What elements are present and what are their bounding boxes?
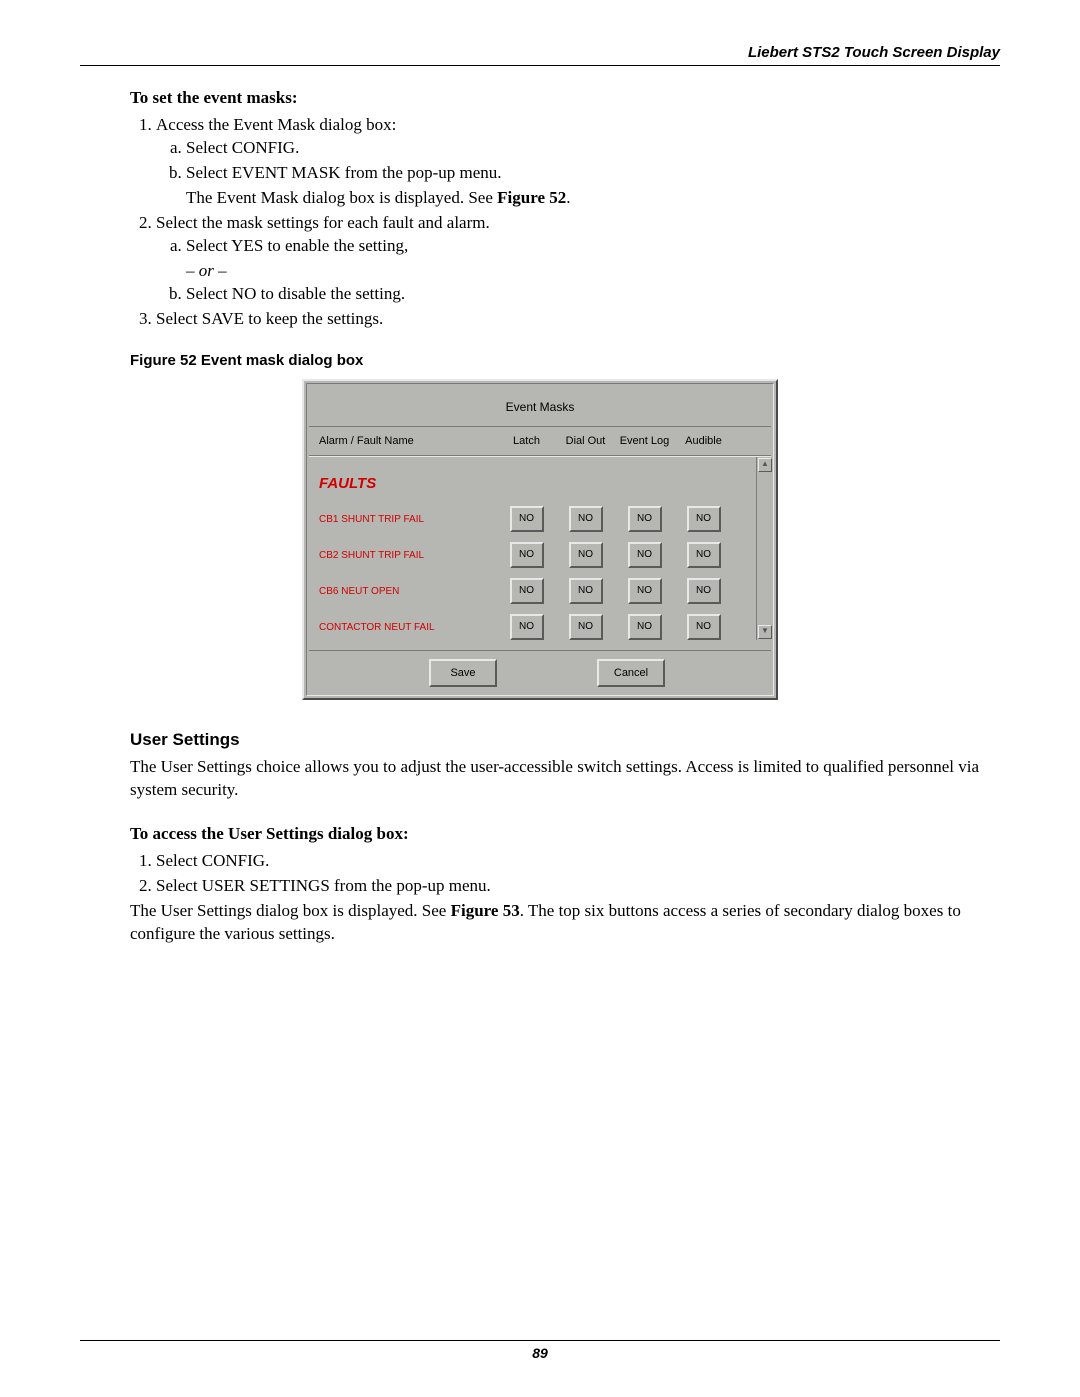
toggle-button[interactable]: NO: [569, 578, 603, 604]
us-step-2: Select USER SETTINGS from the pop-up men…: [156, 875, 1000, 898]
toggle-button[interactable]: NO: [510, 614, 544, 640]
fault-name: CB1 SHUNT TRIP FAIL: [309, 514, 497, 525]
scrollbar[interactable]: ▲ ▼: [756, 457, 771, 640]
user-settings-para1: The User Settings choice allows you to a…: [130, 756, 1000, 802]
dialog-scroll-area: FAULTS CB1 SHUNT TRIP FAIL NO NO NO NO C…: [309, 456, 771, 640]
toggle-button[interactable]: NO: [687, 578, 721, 604]
step-2-sublist: Select YES to enable the setting,: [156, 235, 1000, 258]
step-2a: Select YES to enable the setting,: [186, 235, 1000, 258]
table-row: CB2 SHUNT TRIP FAIL NO NO NO NO: [309, 542, 757, 568]
step-3: Select SAVE to keep the settings.: [156, 308, 1000, 331]
col-header-dialout: Dial Out: [556, 435, 615, 447]
steps-list-1: Access the Event Mask dialog box: Select…: [130, 114, 1000, 330]
step-2: Select the mask settings for each fault …: [156, 212, 1000, 306]
scroll-up-icon[interactable]: ▲: [758, 458, 772, 472]
dialog-title: Event Masks: [309, 390, 771, 426]
steps-list-2: Select CONFIG. Select USER SETTINGS from…: [130, 850, 1000, 898]
step-2-text: Select the mask settings for each fault …: [156, 213, 490, 232]
step-1-text: Access the Event Mask dialog box:: [156, 115, 396, 134]
step-1a: Select CONFIG.: [186, 137, 1000, 160]
toggle-button[interactable]: NO: [628, 578, 662, 604]
toggle-button[interactable]: NO: [628, 614, 662, 640]
table-row: CB1 SHUNT TRIP FAIL NO NO NO NO: [309, 506, 757, 532]
step-2b: Select NO to disable the setting.: [186, 283, 1000, 306]
faults-heading: FAULTS: [309, 475, 757, 506]
step-1-note: The Event Mask dialog box is displayed. …: [186, 187, 1000, 210]
heading-set-event-masks: To set the event masks:: [130, 88, 1000, 108]
user-settings-para2: The User Settings dialog box is displaye…: [130, 900, 1000, 946]
toggle-button[interactable]: NO: [510, 542, 544, 568]
event-mask-dialog: Event Masks Alarm / Fault Name Latch Dia…: [302, 379, 778, 700]
dialog-button-bar: Save Cancel: [309, 650, 771, 695]
toggle-button[interactable]: NO: [628, 506, 662, 532]
toggle-button[interactable]: NO: [510, 506, 544, 532]
toggle-button[interactable]: NO: [569, 506, 603, 532]
step-1-sublist: Select CONFIG. Select EVENT MASK from th…: [156, 137, 1000, 185]
step-2-sublist-b: Select NO to disable the setting.: [156, 283, 1000, 306]
table-row: CONTACTOR NEUT FAIL NO NO NO NO: [309, 614, 757, 640]
fault-name: CONTACTOR NEUT FAIL: [309, 622, 497, 633]
figure-52-caption: Figure 52 Event mask dialog box: [130, 352, 1000, 369]
heading-access-user-settings: To access the User Settings dialog box:: [130, 824, 1000, 844]
toggle-button[interactable]: NO: [687, 506, 721, 532]
us-step-1: Select CONFIG.: [156, 850, 1000, 873]
step-1: Access the Event Mask dialog box: Select…: [156, 114, 1000, 210]
save-button[interactable]: Save: [429, 659, 497, 687]
fault-name: CB2 SHUNT TRIP FAIL: [309, 550, 497, 561]
fault-name: CB6 NEUT OPEN: [309, 586, 497, 597]
toggle-button[interactable]: NO: [687, 542, 721, 568]
scroll-down-icon[interactable]: ▼: [758, 625, 772, 639]
toggle-button[interactable]: NO: [569, 542, 603, 568]
page-number: 89: [532, 1345, 548, 1361]
heading-user-settings: User Settings: [130, 730, 1000, 750]
toggle-button[interactable]: NO: [628, 542, 662, 568]
header-title: Liebert STS2 Touch Screen Display: [748, 44, 1000, 61]
col-header-name: Alarm / Fault Name: [309, 435, 497, 447]
step-2-or: – or –: [186, 260, 1000, 283]
column-headers: Alarm / Fault Name Latch Dial Out Event …: [309, 426, 771, 456]
col-header-audible: Audible: [674, 435, 733, 447]
page-footer: 89: [80, 1340, 1000, 1361]
table-row: CB6 NEUT OPEN NO NO NO NO: [309, 578, 757, 604]
toggle-button[interactable]: NO: [687, 614, 721, 640]
toggle-button[interactable]: NO: [510, 578, 544, 604]
toggle-button[interactable]: NO: [569, 614, 603, 640]
col-header-latch: Latch: [497, 435, 556, 447]
cancel-button[interactable]: Cancel: [597, 659, 665, 687]
page-header: Liebert STS2 Touch Screen Display: [80, 44, 1000, 66]
step-1b: Select EVENT MASK from the pop-up menu.: [186, 162, 1000, 185]
col-header-eventlog: Event Log: [615, 435, 674, 447]
